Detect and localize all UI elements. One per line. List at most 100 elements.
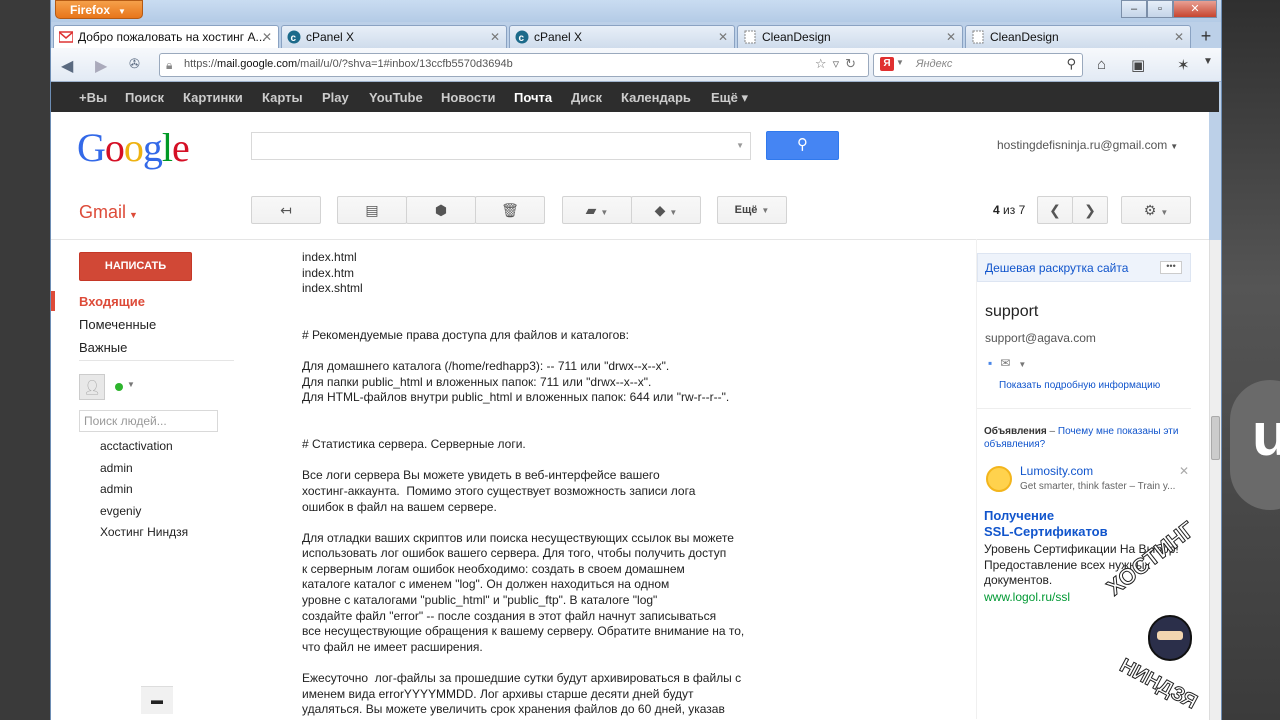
contact-item[interactable]: admin [100,461,133,475]
chevron-down-icon: ▼ [1170,142,1179,151]
contact-item[interactable]: admin [100,482,133,496]
browser-window: Firefox ▼ – ▫ ✕ Добро пожаловать на хости… [50,0,1222,720]
account-switcher[interactable]: hostingdefisninja.ru@gmail.com ▼ [997,138,1178,152]
tab-cpanel-1[interactable]: c cPanel X ✕ [281,25,507,48]
page-icon [744,30,756,44]
more-options-icon[interactable]: ••• [1160,261,1182,274]
ad2-url[interactable]: www.logol.ru/ssl [984,590,1070,604]
gbar-item-images[interactable]: Картинки [183,90,243,105]
delete-button[interactable]: 🗑︎ [475,196,545,224]
scrollbar-thumb[interactable] [1211,416,1220,460]
settings-button[interactable]: ⚙ ▼ [1121,196,1191,224]
chevron-down-icon[interactable]: ▼ [1018,360,1034,369]
close-tab-icon[interactable]: ✕ [262,30,272,44]
bookmarks-icon[interactable]: ▣ [1131,56,1145,74]
tab-title: cPanel X [534,30,583,44]
gbar-item-maps[interactable]: Карты [262,90,303,105]
gbar-item-more[interactable]: Ещё ▾ [711,90,748,106]
dropdown-icon[interactable]: ▿ [833,56,846,71]
chevron-down-icon[interactable]: ▼ [736,141,744,150]
sidebar-item-inbox[interactable]: Входящие [79,294,145,309]
more-button[interactable]: Ещё ▼ [717,196,787,224]
navigation-bar: ◀ ▶ ✇ 🔒︎ https://mail.google.com/mail/u/… [51,48,1221,82]
reload-icon[interactable]: ↻ [845,56,862,71]
close-tab-icon[interactable]: ✕ [718,30,728,44]
gbar-item-search[interactable]: Поиск [125,90,164,105]
cpanel-icon: c [287,30,301,44]
chevron-down-icon: ▼ [669,208,678,217]
tab-cpanel-2[interactable]: c cPanel X ✕ [509,25,735,48]
google-logo[interactable]: Google [77,124,190,171]
newer-button[interactable]: ❮ [1037,196,1073,224]
mail-search-button[interactable]: ⚲ [766,131,839,160]
show-details-link[interactable]: Показать подробную информацию [999,380,1160,391]
sidebar-item-important[interactable]: Важные [79,340,127,355]
window-controls: – ▫ ✕ [1121,0,1217,18]
contact-item[interactable]: evgeniy [100,504,141,518]
sender-name: support [985,303,1039,320]
search-icon[interactable]: ⚲ [1066,56,1076,72]
lumosity-icon[interactable] [986,466,1012,492]
top-ad-text: Дешевая раскрутка сайта [985,261,1129,275]
avatar[interactable]: 👤︎ [79,374,105,400]
archive-button[interactable]: ▤ [337,196,407,224]
desktop-background: u [1222,0,1280,720]
search-input[interactable]: Я ▼ Яндекс ⚲ [873,53,1083,77]
labels-button[interactable]: ◆ ▼ [631,196,701,224]
envelope-icon[interactable]: ✉ [1000,356,1018,370]
tab-cleandesign-2[interactable]: CleanDesign ✕ [965,25,1191,48]
ad2-title[interactable]: Получение SSL-Сертификатов [984,508,1108,540]
ads-heading: Объявления – Почему мне показаны эти объ… [984,425,1184,451]
gbar-item-plus[interactable]: +Вы [79,90,107,105]
chat-icon[interactable]: ▬ [141,686,173,714]
top-ad-link[interactable]: Дешевая раскрутка сайта ••• [977,253,1191,282]
chevron-down-icon[interactable]: ▼ [896,58,904,67]
gmail-menu[interactable]: Gmail ▼ [79,202,138,223]
close-window-icon[interactable]: ✕ [1173,0,1217,18]
gbar-item-play[interactable]: Play [322,90,349,105]
report-spam-button[interactable]: ⬢ [406,196,476,224]
chevron-down-icon[interactable]: ▼ [127,380,135,389]
move-to-button[interactable]: ▰ ▼ [562,196,632,224]
gbar-item-drive[interactable]: Диск [571,90,602,105]
close-ad-icon[interactable]: ✕ [1179,464,1189,478]
counter-rest: из 7 [1003,203,1026,217]
ads-heading-dash: – [1046,426,1058,437]
counter-current: 4 [993,203,1000,217]
home-icon[interactable]: ⌂ [1097,56,1106,73]
contact-item[interactable]: acctactivation [100,439,173,453]
firefox-menu-button[interactable]: Firefox ▼ [55,0,143,19]
close-tab-icon[interactable]: ✕ [490,30,500,44]
star-icon[interactable]: ☆ [815,56,833,71]
mail-search-input[interactable]: ▼ [251,132,751,160]
new-tab-icon[interactable]: + [1193,26,1219,48]
people-search-input[interactable]: Поиск людей... [79,410,218,432]
addon-icon[interactable]: ✶ [1177,56,1190,74]
forward-arrow-icon[interactable]: ▶ [95,56,107,76]
sync-icon[interactable]: ✇ [129,56,140,72]
maximize-icon[interactable]: ▫ [1147,0,1173,18]
back-arrow-icon[interactable]: ◀ [61,56,73,76]
divider [79,360,234,361]
minimize-icon[interactable]: – [1121,0,1147,18]
contact-item[interactable]: Хостинг Ниндзя [100,525,188,539]
chat-bubble-icon[interactable]: ▪ [988,356,1000,370]
tab-cleandesign-1[interactable]: CleanDesign ✕ [737,25,963,48]
gbar-item-calendar[interactable]: Календарь [621,90,691,105]
ad1-title[interactable]: Lumosity.com [1020,464,1093,478]
compose-button[interactable]: НАПИСАТЬ [79,252,192,281]
tab-gmail[interactable]: Добро пожаловать на хостинг А... ✕ [53,25,279,49]
url-bar[interactable]: 🔒︎ https://mail.google.com/mail/u/0/?shv… [159,53,869,77]
sidebar-item-starred[interactable]: Помеченные [79,317,156,332]
desktop-logo-icon: u [1230,380,1280,510]
close-tab-icon[interactable]: ✕ [1174,30,1184,44]
gbar-item-news[interactable]: Новости [441,90,496,105]
watermark-line2: НИНДЗЯ [1115,654,1201,714]
back-to-inbox-button[interactable]: ↤ [251,196,321,224]
older-button[interactable]: ❯ [1072,196,1108,224]
menu-chevron-icon[interactable]: ▼ [1203,56,1213,67]
close-tab-icon[interactable]: ✕ [946,30,956,44]
firefox-menu-label: Firefox [70,3,111,17]
gbar-item-mail[interactable]: Почта [514,90,552,105]
gbar-item-youtube[interactable]: YouTube [369,90,423,105]
